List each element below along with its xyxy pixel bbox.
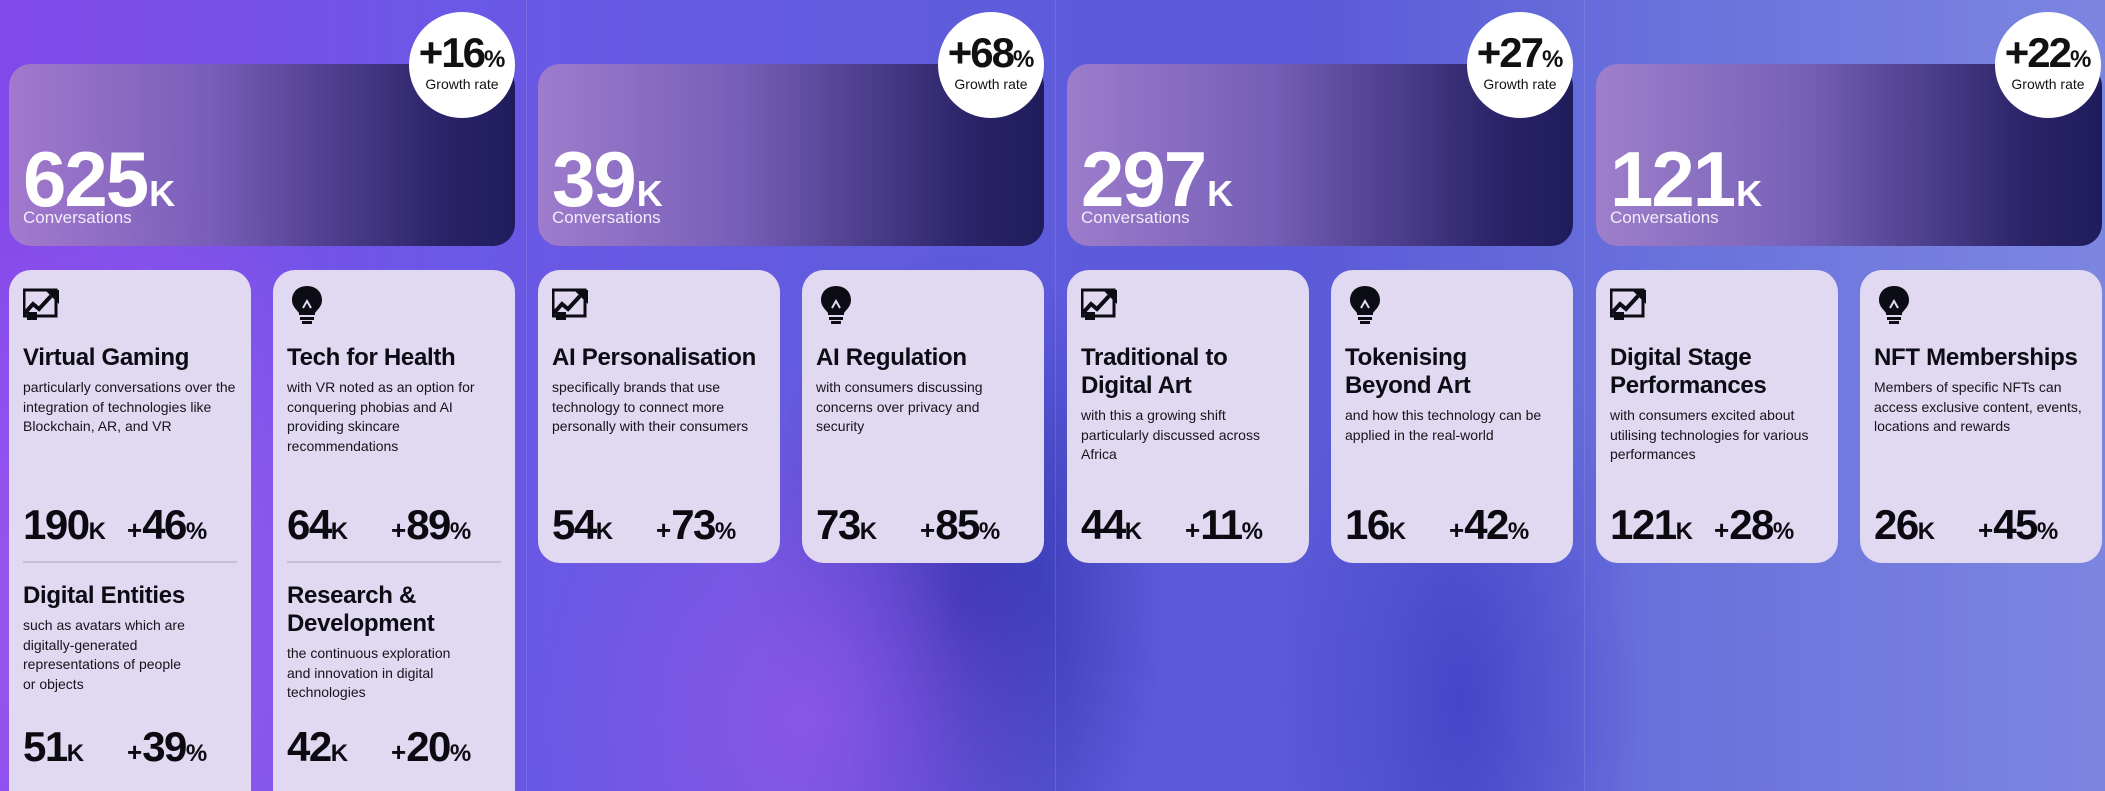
conversations-label: Conversations [1610,208,1719,227]
topic-card: Traditional to Digital Art with this a g… [1067,270,1309,563]
topic-growth: +46% [127,501,208,548]
topic-description: such as avatars which are digitally-gene… [23,617,185,692]
lightbulb-icon [1350,286,1380,324]
topic-count: 64K [287,501,349,548]
column-divider [526,0,527,791]
topic-card: NFT Memberships Members of specific NFTs… [1860,270,2102,563]
topic-description: with this a growing shift particularly d… [1081,407,1260,462]
topic-title: Research & Development [287,582,435,637]
topic-title: NFT Memberships [1874,344,2078,371]
topic-count: 51K [23,723,85,770]
topic-card: Tech for Health with VR noted as an opti… [273,270,515,791]
topic-divider [287,561,501,563]
column-divider [1584,0,1585,791]
topic-item: Tokenising Beyond Art and how this techn… [1345,284,1559,548]
conversations-count: 297K [1081,135,1234,223]
stats-column: 39K Conversations +68% Growth rate AI Pe… [538,0,1048,791]
topic-item: Research & Development the continuous ex… [287,582,501,782]
topic-card: AI Regulation with consumers discussing … [802,270,1044,563]
conversations-count: 39K [552,135,663,223]
topic-growth: +89% [391,501,472,548]
topic-growth: +11% [1185,501,1263,548]
topic-growth: +85% [920,501,1001,548]
topic-item: Virtual Gaming particularly conversation… [23,284,237,546]
topic-item: AI Regulation with consumers discussing … [816,284,1030,548]
conversations-count: 625K [23,135,176,223]
topic-card: AI Personalisation specifically brands t… [538,270,780,563]
growth-rate-badge: +27% Growth rate [1467,12,1573,118]
growth-rate-badge: +22% Growth rate [1995,12,2101,118]
topic-item: Digital Stage Performances with consumer… [1610,284,1824,548]
growth-rate-value: +68% [947,29,1035,76]
lightbulb-icon [292,286,322,324]
trending-chart-icon [1081,288,1117,320]
topic-growth: +28% [1714,501,1795,548]
topic-count: 44K [1081,501,1143,548]
growth-rate-label: Growth rate [425,76,499,92]
topic-count: 190K [23,501,106,548]
trending-chart-icon [552,288,588,320]
topic-description: and how this technology can be applied i… [1345,407,1542,443]
topic-title: AI Regulation [816,344,967,371]
trending-chart-icon [23,288,59,320]
topic-growth: +73% [656,501,737,548]
topic-card: Digital Stage Performances with consumer… [1596,270,1838,563]
topic-description: with consumers discussing concerns over … [816,379,983,434]
topic-description: particularly conversations over the inte… [23,379,236,434]
topic-card: Virtual Gaming particularly conversation… [9,270,251,791]
topic-title: Digital Stage Performances [1610,344,1767,399]
topic-growth: +45% [1978,501,2059,548]
topic-description: the continuous exploration and innovatio… [287,645,451,700]
topic-title: Tech for Health [287,344,456,371]
lightbulb-icon [821,286,851,324]
growth-rate-value: +27% [1476,29,1564,76]
topic-title: Traditional to Digital Art [1081,344,1228,399]
topic-title: Tokenising Beyond Art [1345,344,1471,399]
topic-description: with consumers excited about utilising t… [1610,407,1809,462]
conversations-count: 121K [1610,135,1763,223]
trending-chart-icon [1610,288,1646,320]
stats-column: 297K Conversations +27% Growth rate Trad… [1067,0,1577,791]
topic-title: Digital Entities [23,582,185,609]
topic-growth: +20% [391,723,472,770]
topic-title: Virtual Gaming [23,344,190,371]
topic-divider [23,561,237,563]
growth-rate-label: Growth rate [1483,76,1557,92]
growth-rate-label: Growth rate [954,76,1028,92]
topic-card: Tokenising Beyond Art and how this techn… [1331,270,1573,563]
growth-rate-badge: +16% Growth rate [409,12,515,118]
topic-item: NFT Memberships Members of specific NFTs… [1874,284,2088,548]
topic-count: 26K [1874,501,1936,548]
topic-count: 54K [552,501,614,548]
stats-column: 121K Conversations +22% Growth rate Digi… [1596,0,2105,791]
topic-count: 42K [287,723,349,770]
topic-count: 121K [1610,501,1693,548]
stats-column: 625K Conversations +16% Growth rate Virt… [9,0,519,791]
growth-rate-value: +16% [418,29,506,76]
conversations-label: Conversations [1081,208,1190,227]
conversations-label: Conversations [552,208,661,227]
growth-rate-badge: +68% Growth rate [938,12,1044,118]
topic-count: 73K [816,501,878,548]
growth-rate-label: Growth rate [2011,76,2085,92]
topic-description: with VR noted as an option for conquerin… [287,379,475,454]
topic-item: AI Personalisation specifically brands t… [552,284,766,548]
column-divider [1055,0,1056,791]
topic-count: 16K [1345,501,1407,548]
lightbulb-icon [1879,286,1909,324]
topic-item: Digital Entities such as avatars which a… [23,582,237,782]
topic-growth: +39% [127,723,208,770]
topic-description: specifically brands that use technology … [552,379,749,434]
topic-description: Members of specific NFTs can access excl… [1874,379,2082,434]
topic-item: Traditional to Digital Art with this a g… [1081,284,1295,548]
topic-item: Tech for Health with VR noted as an opti… [287,284,501,546]
topic-title: AI Personalisation [552,344,756,371]
growth-rate-value: +22% [2004,29,2092,76]
conversations-label: Conversations [23,208,132,227]
topic-growth: +42% [1449,501,1530,548]
